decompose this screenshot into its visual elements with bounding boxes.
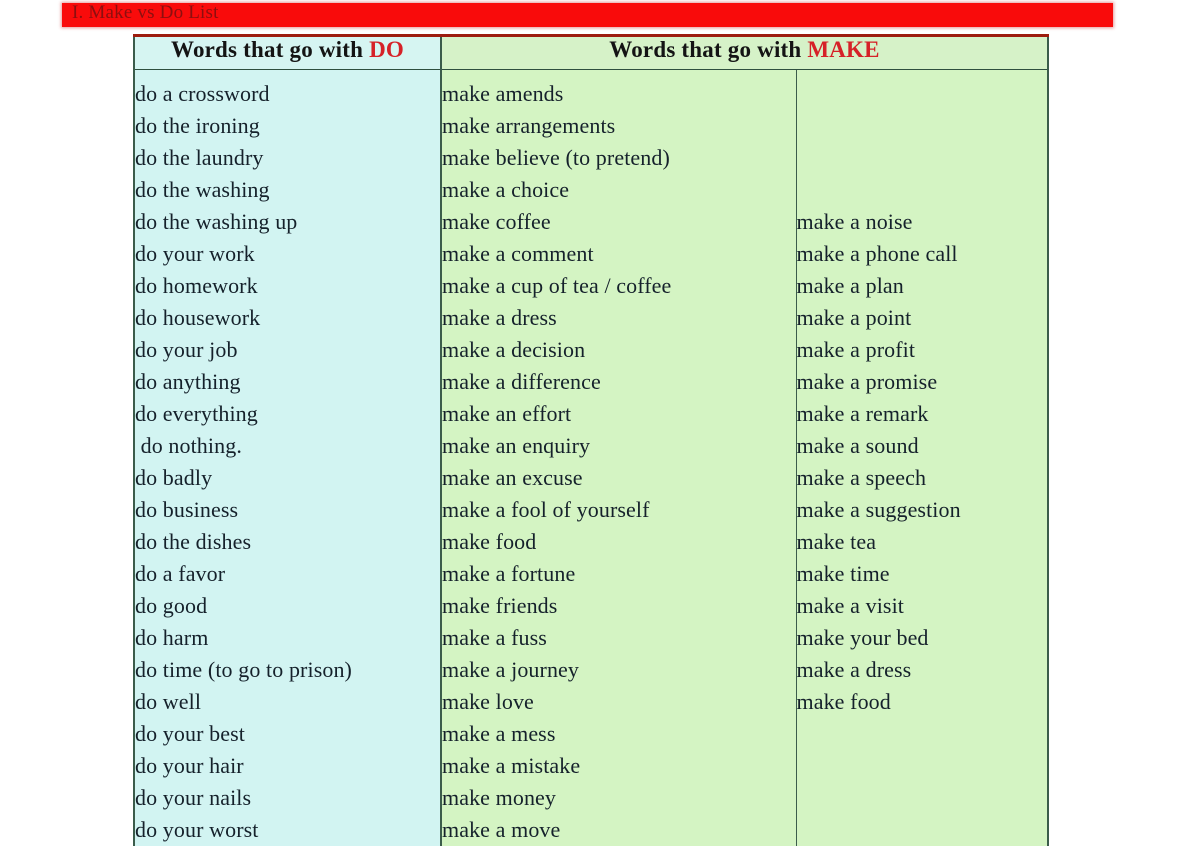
table-body-row: do a crossword do the ironing do the laund…	[133, 69, 1049, 846]
make-list-item: make time	[796, 561, 890, 586]
make-list-item: make money	[442, 785, 557, 810]
make-list-item: make a speech	[796, 465, 927, 490]
make-list-item-spacer	[797, 142, 1048, 174]
page-title: I. Make vs Do List	[72, 3, 219, 23]
do-list-item: do business	[135, 497, 239, 522]
make-list-item: make a suggestion	[796, 497, 961, 522]
do-list-item: do well	[135, 689, 202, 714]
make-list-item-spacer	[797, 174, 1048, 206]
make-words-cell-one: make amends make arrangements make believe…	[441, 69, 797, 846]
make-list-item: make a promise	[796, 369, 938, 394]
do-list-item: do your job	[135, 337, 238, 362]
do-list-item: do the laundry	[135, 145, 264, 170]
make-list-item: make a sound	[796, 433, 919, 458]
make-vs-do-table: Words that go with DO Words that go with…	[133, 34, 1049, 846]
make-list-item: make a dress	[796, 657, 912, 682]
make-list-item: make food	[796, 689, 891, 714]
column-header-make-keyword: MAKE	[807, 37, 880, 62]
do-list-item: do harm	[135, 625, 209, 650]
column-header-do: Words that go with DO	[133, 34, 442, 70]
title-banner: I. Make vs Do List	[62, 3, 1113, 27]
make-list-item: make a noise	[796, 209, 913, 234]
column-header-do-prefix: Words that go with	[171, 37, 370, 62]
table-header-row: Words that go with DO Words that go with…	[133, 34, 1049, 70]
do-list-item: do your hair	[135, 753, 244, 778]
do-list-item: do badly	[135, 465, 213, 490]
do-list-item: do your best	[135, 721, 245, 746]
do-list-item: do a favor	[135, 561, 226, 586]
make-list-item: make love	[442, 689, 534, 714]
do-list-item: do time (to go to prison)	[135, 657, 352, 682]
make-list-item: make believe (to pretend)	[442, 145, 670, 170]
make-list-item: make a mistake	[442, 753, 581, 778]
do-list-item: do homework	[135, 273, 258, 298]
do-list-item: do the washing	[135, 177, 270, 202]
do-list-item: do the ironing	[135, 113, 260, 138]
column-header-make: Words that go with MAKE	[441, 34, 1049, 70]
do-list-item: do everything	[135, 401, 258, 426]
make-list-item: make a dress	[442, 305, 557, 330]
make-list-item: make an enquiry	[442, 433, 591, 458]
make-list-item: make amends	[442, 81, 564, 106]
do-list-item: do the washing up	[135, 209, 298, 234]
make-list-item: make a comment	[442, 241, 594, 266]
do-list-item: do your work	[135, 241, 255, 266]
do-list-item: do good	[135, 593, 208, 618]
column-header-do-keyword: DO	[369, 37, 404, 62]
make-list-item: make a plan	[796, 273, 904, 298]
make-list-item: make tea	[796, 529, 877, 554]
make-list-item: make a phone call	[796, 241, 958, 266]
do-list-top-pad	[135, 70, 440, 78]
make-list-item: make a remark	[796, 401, 929, 426]
make-list-item: make a choice	[442, 177, 570, 202]
do-list-item: do your nails	[135, 785, 252, 810]
make-list-item: make a cup of tea / coffee	[442, 273, 672, 298]
do-list-item: do the dishes	[135, 529, 252, 554]
make-list-item: make an excuse	[442, 465, 583, 490]
make-list-item-spacer	[797, 110, 1048, 142]
make-list-item: make coffee	[442, 209, 551, 234]
column-header-make-prefix: Words that go with	[609, 37, 808, 62]
make1-list-top-pad	[442, 70, 796, 78]
make-list-item: make an effort	[442, 401, 572, 426]
make-list-item: make a mess	[442, 721, 556, 746]
make2-list-top-pad	[797, 70, 1048, 78]
make-list-item: make food	[442, 529, 537, 554]
do-words-list: do a crossword do the ironing do the laund…	[135, 78, 440, 846]
make-list-item: make a journey	[442, 657, 580, 682]
do-list-item: do anything	[135, 369, 241, 394]
make-list-item: make your bed	[796, 625, 929, 650]
do-list-item: do a crossword	[135, 81, 270, 106]
do-list-item: do your worst	[135, 817, 259, 842]
do-list-item: do housework	[135, 305, 261, 330]
make-list-item: make a visit	[796, 593, 905, 618]
make-list-item: make a difference	[442, 369, 601, 394]
make-list-item: make a fuss	[442, 625, 547, 650]
make-words-list-two: make a noise make a phone call make a plan…	[797, 78, 1048, 718]
do-words-cell: do a crossword do the ironing do the laund…	[133, 69, 442, 846]
make-list-item: make arrangements	[442, 113, 616, 138]
make-list-item: make a profit	[796, 337, 916, 362]
make-words-cell-two: make a noise make a phone call make a plan…	[796, 69, 1049, 846]
make-list-item-spacer	[797, 78, 1048, 110]
make-words-list-one: make amends make arrangements make believe…	[442, 78, 796, 846]
make-list-item: make a fortune	[442, 561, 576, 586]
make-list-item: make a fool of yourself	[442, 497, 650, 522]
make-list-item: make friends	[442, 593, 558, 618]
make-list-item: make a move	[442, 817, 561, 842]
make-list-item: make a point	[796, 305, 912, 330]
make-list-item: make a decision	[442, 337, 586, 362]
do-list-item: do nothing.	[135, 433, 242, 458]
